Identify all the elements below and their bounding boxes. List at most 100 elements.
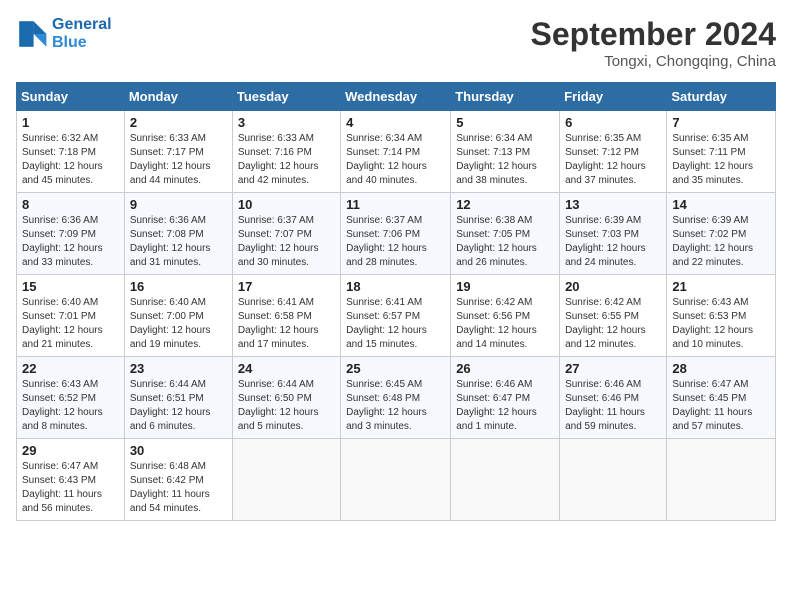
calendar-cell: 21 Sunrise: 6:43 AMSunset: 6:53 PMDaylig… (667, 275, 776, 357)
day-number: 30 (130, 443, 227, 458)
day-number: 26 (456, 361, 554, 376)
day-detail: Sunrise: 6:48 AMSunset: 6:42 PMDaylight:… (130, 461, 210, 514)
calendar-cell: 5 Sunrise: 6:34 AMSunset: 7:13 PMDayligh… (451, 111, 560, 193)
calendar-cell: 18 Sunrise: 6:41 AMSunset: 6:57 PMDaylig… (341, 275, 451, 357)
day-detail: Sunrise: 6:40 AMSunset: 7:00 PMDaylight:… (130, 297, 211, 350)
calendar-cell: 22 Sunrise: 6:43 AMSunset: 6:52 PMDaylig… (17, 357, 125, 439)
day-number: 11 (346, 197, 445, 212)
day-detail: Sunrise: 6:35 AMSunset: 7:11 PMDaylight:… (672, 133, 753, 186)
day-number: 7 (672, 115, 770, 130)
calendar-table: SundayMondayTuesdayWednesdayThursdayFrid… (16, 82, 776, 521)
calendar-cell: 2 Sunrise: 6:33 AMSunset: 7:17 PMDayligh… (124, 111, 232, 193)
day-detail: Sunrise: 6:43 AMSunset: 6:53 PMDaylight:… (672, 297, 753, 350)
day-detail: Sunrise: 6:45 AMSunset: 6:48 PMDaylight:… (346, 379, 427, 432)
weekday-header: Sunday (17, 83, 125, 111)
calendar-week-row: 8 Sunrise: 6:36 AMSunset: 7:09 PMDayligh… (17, 193, 776, 275)
calendar-cell: 1 Sunrise: 6:32 AMSunset: 7:18 PMDayligh… (17, 111, 125, 193)
calendar-cell: 30 Sunrise: 6:48 AMSunset: 6:42 PMDaylig… (124, 439, 232, 521)
day-detail: Sunrise: 6:41 AMSunset: 6:58 PMDaylight:… (238, 297, 319, 350)
weekday-header: Wednesday (341, 83, 451, 111)
calendar-cell (232, 439, 340, 521)
day-detail: Sunrise: 6:41 AMSunset: 6:57 PMDaylight:… (346, 297, 427, 350)
weekday-header: Saturday (667, 83, 776, 111)
calendar-cell: 27 Sunrise: 6:46 AMSunset: 6:46 PMDaylig… (560, 357, 667, 439)
day-detail: Sunrise: 6:37 AMSunset: 7:06 PMDaylight:… (346, 215, 427, 268)
calendar-cell: 28 Sunrise: 6:47 AMSunset: 6:45 PMDaylig… (667, 357, 776, 439)
day-number: 14 (672, 197, 770, 212)
day-number: 12 (456, 197, 554, 212)
calendar-cell: 11 Sunrise: 6:37 AMSunset: 7:06 PMDaylig… (341, 193, 451, 275)
day-detail: Sunrise: 6:43 AMSunset: 6:52 PMDaylight:… (22, 379, 103, 432)
day-detail: Sunrise: 6:47 AMSunset: 6:45 PMDaylight:… (672, 379, 752, 432)
day-detail: Sunrise: 6:42 AMSunset: 6:56 PMDaylight:… (456, 297, 537, 350)
day-detail: Sunrise: 6:39 AMSunset: 7:02 PMDaylight:… (672, 215, 753, 268)
weekday-header: Friday (560, 83, 667, 111)
calendar-cell: 12 Sunrise: 6:38 AMSunset: 7:05 PMDaylig… (451, 193, 560, 275)
day-detail: Sunrise: 6:32 AMSunset: 7:18 PMDaylight:… (22, 133, 103, 186)
day-number: 23 (130, 361, 227, 376)
calendar-cell: 17 Sunrise: 6:41 AMSunset: 6:58 PMDaylig… (232, 275, 340, 357)
day-detail: Sunrise: 6:40 AMSunset: 7:01 PMDaylight:… (22, 297, 103, 350)
day-detail: Sunrise: 6:34 AMSunset: 7:14 PMDaylight:… (346, 133, 427, 186)
day-detail: Sunrise: 6:33 AMSunset: 7:17 PMDaylight:… (130, 133, 211, 186)
day-number: 27 (565, 361, 661, 376)
calendar-cell: 20 Sunrise: 6:42 AMSunset: 6:55 PMDaylig… (560, 275, 667, 357)
calendar-cell (341, 439, 451, 521)
day-number: 22 (22, 361, 119, 376)
day-number: 8 (22, 197, 119, 212)
day-detail: Sunrise: 6:37 AMSunset: 7:07 PMDaylight:… (238, 215, 319, 268)
day-detail: Sunrise: 6:38 AMSunset: 7:05 PMDaylight:… (456, 215, 537, 268)
calendar-week-row: 1 Sunrise: 6:32 AMSunset: 7:18 PMDayligh… (17, 111, 776, 193)
calendar-cell: 19 Sunrise: 6:42 AMSunset: 6:56 PMDaylig… (451, 275, 560, 357)
calendar-week-row: 15 Sunrise: 6:40 AMSunset: 7:01 PMDaylig… (17, 275, 776, 357)
day-number: 2 (130, 115, 227, 130)
day-number: 20 (565, 279, 661, 294)
calendar-cell (451, 439, 560, 521)
calendar-cell: 13 Sunrise: 6:39 AMSunset: 7:03 PMDaylig… (560, 193, 667, 275)
day-detail: Sunrise: 6:36 AMSunset: 7:08 PMDaylight:… (130, 215, 211, 268)
calendar-cell: 9 Sunrise: 6:36 AMSunset: 7:08 PMDayligh… (124, 193, 232, 275)
page-header: General Blue September 2024 Tongxi, Chon… (16, 16, 776, 70)
day-detail: Sunrise: 6:46 AMSunset: 6:46 PMDaylight:… (565, 379, 645, 432)
weekday-header: Tuesday (232, 83, 340, 111)
calendar-cell: 16 Sunrise: 6:40 AMSunset: 7:00 PMDaylig… (124, 275, 232, 357)
calendar-cell: 26 Sunrise: 6:46 AMSunset: 6:47 PMDaylig… (451, 357, 560, 439)
day-number: 5 (456, 115, 554, 130)
day-number: 9 (130, 197, 227, 212)
day-number: 21 (672, 279, 770, 294)
day-detail: Sunrise: 6:44 AMSunset: 6:50 PMDaylight:… (238, 379, 319, 432)
calendar-cell: 25 Sunrise: 6:45 AMSunset: 6:48 PMDaylig… (341, 357, 451, 439)
day-number: 16 (130, 279, 227, 294)
calendar-cell: 24 Sunrise: 6:44 AMSunset: 6:50 PMDaylig… (232, 357, 340, 439)
calendar-cell: 6 Sunrise: 6:35 AMSunset: 7:12 PMDayligh… (560, 111, 667, 193)
day-number: 10 (238, 197, 335, 212)
logo-icon (16, 18, 48, 50)
day-number: 6 (565, 115, 661, 130)
day-detail: Sunrise: 6:39 AMSunset: 7:03 PMDaylight:… (565, 215, 646, 268)
day-number: 19 (456, 279, 554, 294)
calendar-cell: 23 Sunrise: 6:44 AMSunset: 6:51 PMDaylig… (124, 357, 232, 439)
calendar-cell: 10 Sunrise: 6:37 AMSunset: 7:07 PMDaylig… (232, 193, 340, 275)
calendar-cell: 29 Sunrise: 6:47 AMSunset: 6:43 PMDaylig… (17, 439, 125, 521)
day-number: 25 (346, 361, 445, 376)
day-detail: Sunrise: 6:36 AMSunset: 7:09 PMDaylight:… (22, 215, 103, 268)
weekday-header: Thursday (451, 83, 560, 111)
calendar-cell: 14 Sunrise: 6:39 AMSunset: 7:02 PMDaylig… (667, 193, 776, 275)
day-number: 17 (238, 279, 335, 294)
day-detail: Sunrise: 6:42 AMSunset: 6:55 PMDaylight:… (565, 297, 646, 350)
location: Tongxi, Chongqing, China (531, 53, 776, 70)
day-detail: Sunrise: 6:44 AMSunset: 6:51 PMDaylight:… (130, 379, 211, 432)
day-detail: Sunrise: 6:35 AMSunset: 7:12 PMDaylight:… (565, 133, 646, 186)
day-detail: Sunrise: 6:34 AMSunset: 7:13 PMDaylight:… (456, 133, 537, 186)
day-number: 1 (22, 115, 119, 130)
logo: General Blue (16, 16, 112, 51)
calendar-cell: 15 Sunrise: 6:40 AMSunset: 7:01 PMDaylig… (17, 275, 125, 357)
day-number: 3 (238, 115, 335, 130)
day-number: 4 (346, 115, 445, 130)
day-detail: Sunrise: 6:46 AMSunset: 6:47 PMDaylight:… (456, 379, 537, 432)
day-number: 29 (22, 443, 119, 458)
day-number: 28 (672, 361, 770, 376)
calendar-header-row: SundayMondayTuesdayWednesdayThursdayFrid… (17, 83, 776, 111)
calendar-cell: 3 Sunrise: 6:33 AMSunset: 7:16 PMDayligh… (232, 111, 340, 193)
day-number: 24 (238, 361, 335, 376)
